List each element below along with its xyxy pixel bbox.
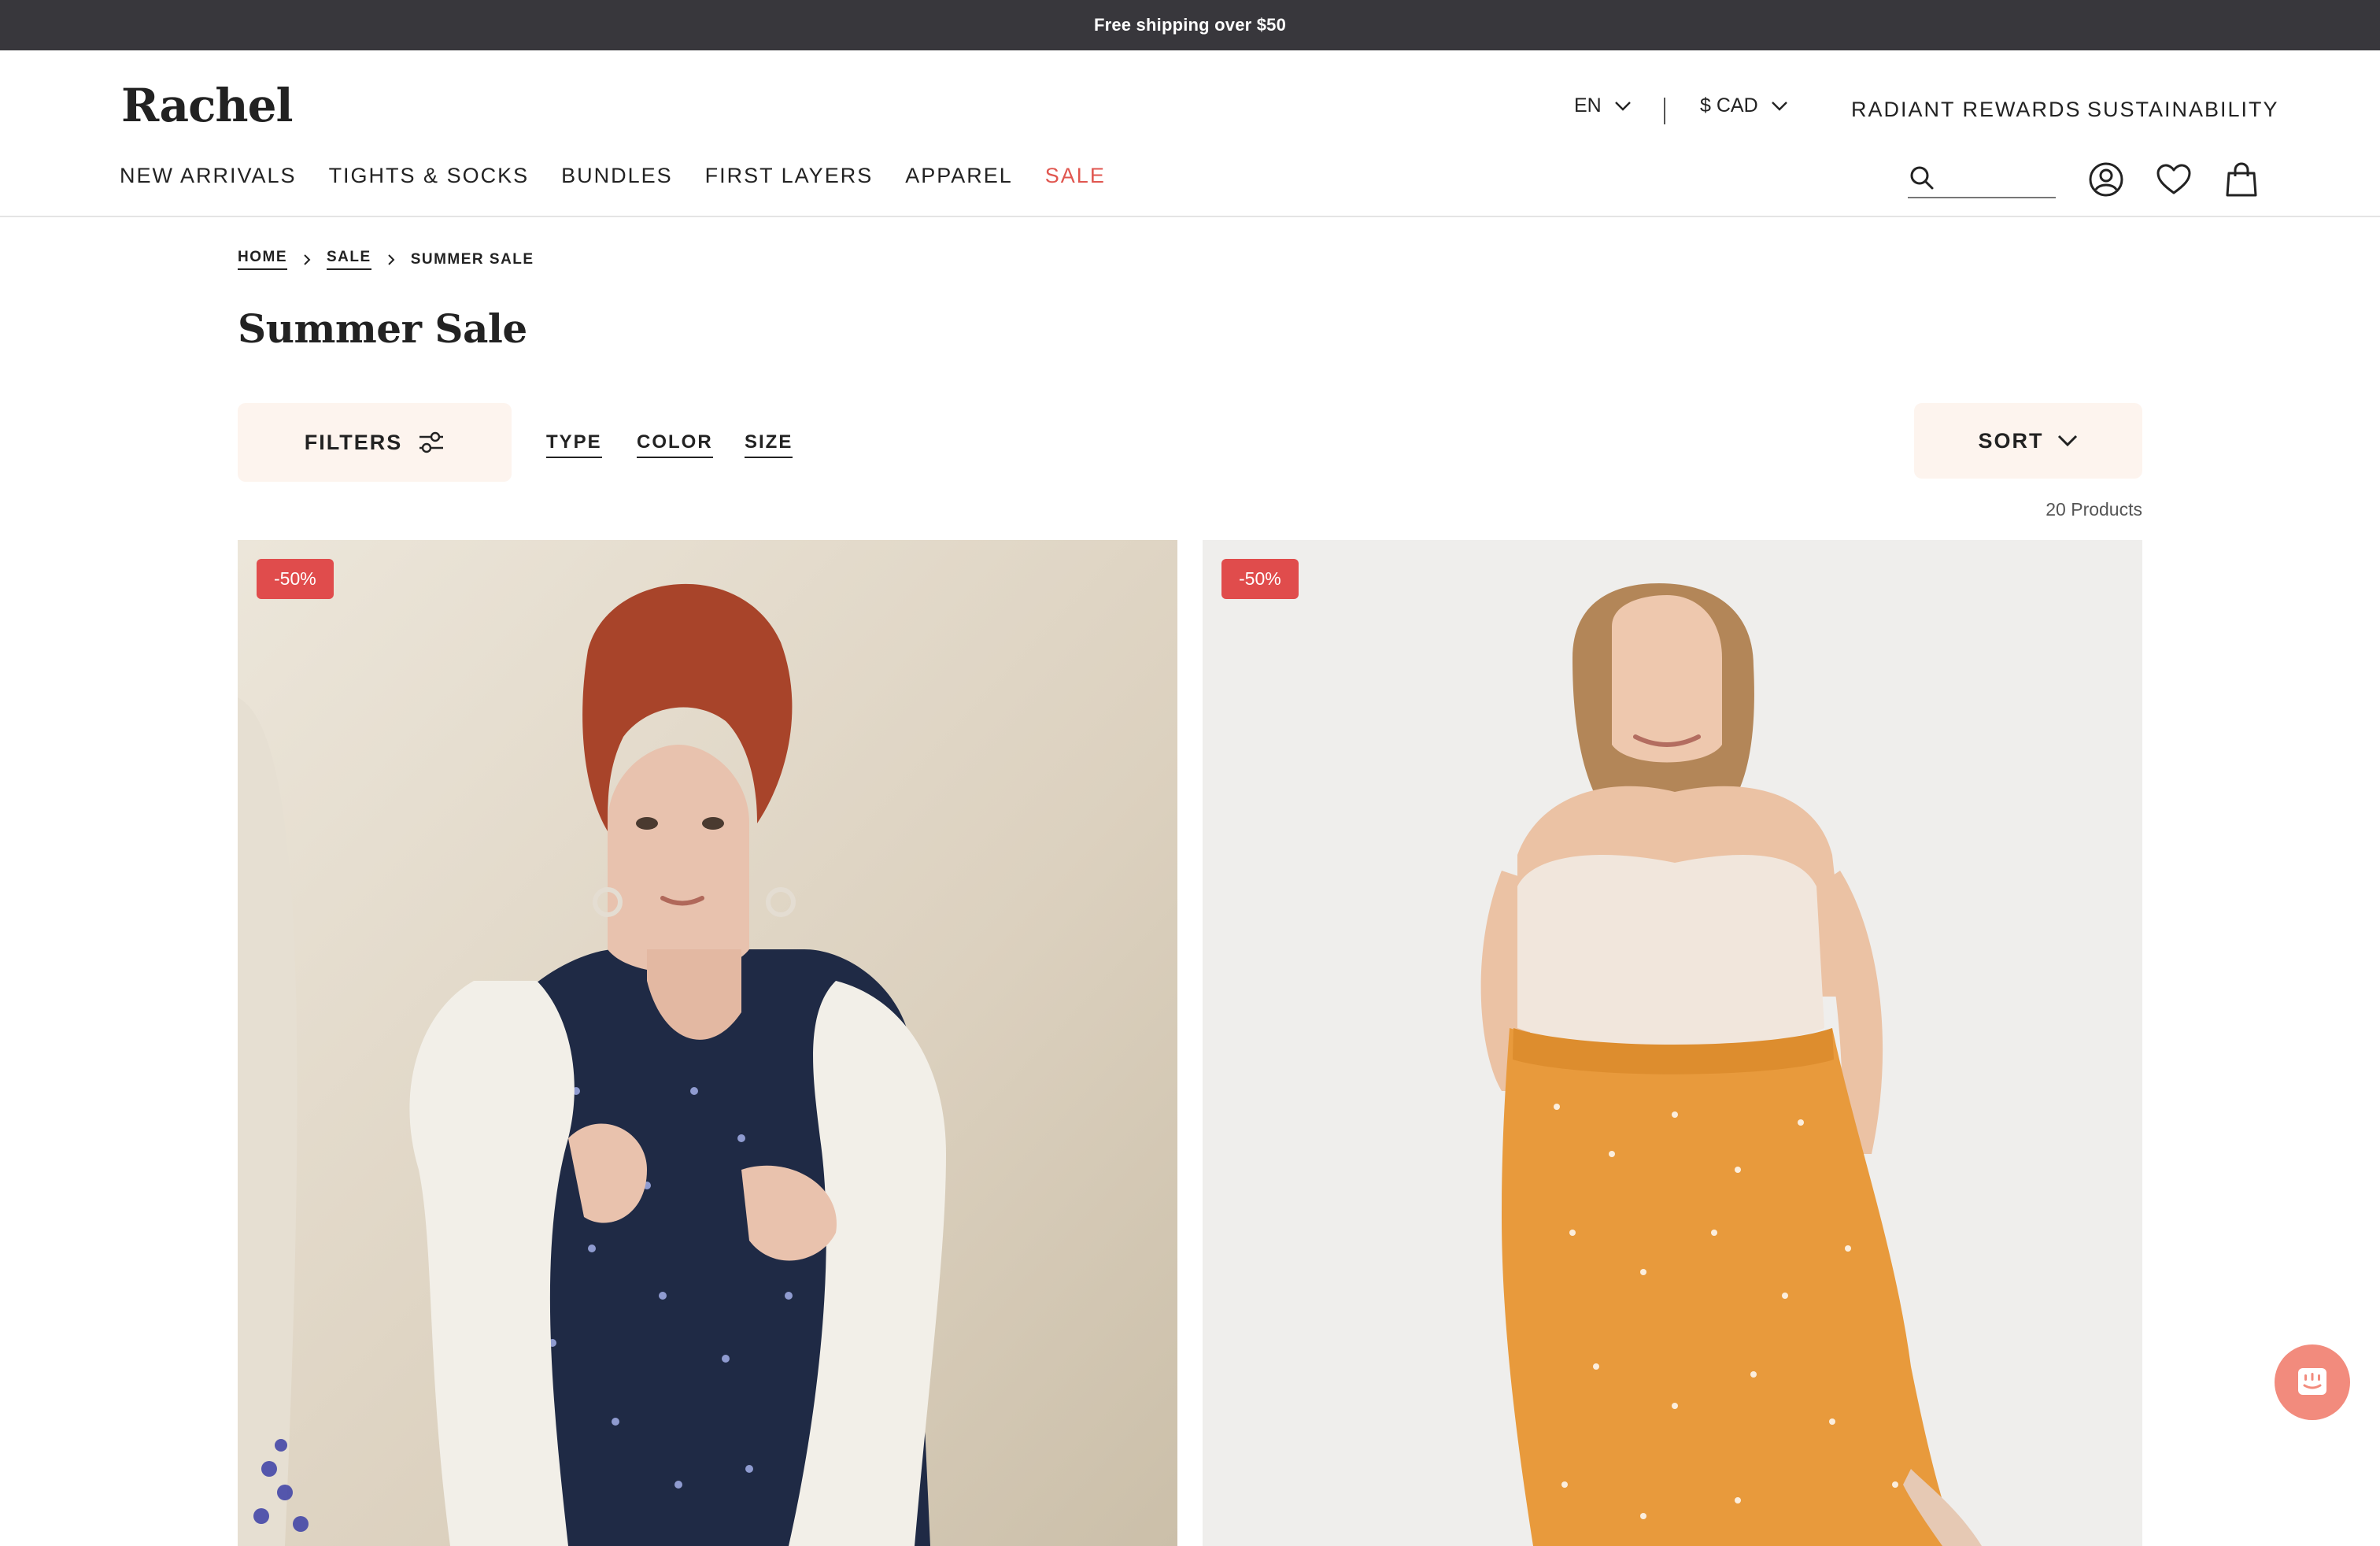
nav-tights-socks[interactable]: TIGHTS & SOCKS: [329, 164, 530, 188]
product-card[interactable]: -50%: [1203, 540, 2142, 1546]
logo[interactable]: Rachel: [121, 79, 294, 132]
account-icon[interactable]: [2087, 161, 2125, 198]
filter-type-link[interactable]: TYPE: [546, 431, 602, 458]
nav-sale[interactable]: SALE: [1045, 164, 1106, 188]
breadcrumb: HOME SALE SUMMER SALE: [238, 249, 534, 270]
nav-first-layers[interactable]: FIRST LAYERS: [705, 164, 874, 188]
search-icon[interactable]: [1908, 164, 1936, 192]
product-image[interactable]: [1203, 540, 2142, 1546]
chevron-right-icon: [387, 253, 395, 266]
filters-label: FILTERS: [304, 430, 403, 454]
product-image[interactable]: [238, 540, 1177, 1546]
heart-icon[interactable]: [2155, 161, 2193, 198]
radiant-rewards-link[interactable]: RADIANT REWARDS: [1851, 98, 2082, 122]
chat-button[interactable]: [2275, 1344, 2350, 1420]
breadcrumb-home[interactable]: HOME: [238, 249, 287, 270]
main-nav: NEW ARRIVALS TIGHTS & SOCKS BUNDLES FIRS…: [120, 164, 1106, 188]
sustainability-link[interactable]: SUSTAINABILITY: [2087, 98, 2279, 122]
search-input[interactable]: [1946, 164, 2048, 194]
filters-button[interactable]: FILTERS: [238, 403, 512, 482]
filter-color-link[interactable]: COLOR: [637, 431, 713, 458]
shopping-bag-icon[interactable]: [2223, 161, 2260, 198]
currency-selector[interactable]: $ CAD: [1700, 94, 1788, 117]
sliders-icon: [419, 431, 444, 453]
breadcrumb-current: SUMMER SALE: [410, 250, 534, 268]
chevron-down-icon: [1771, 94, 1788, 117]
product-count: 20 Products: [2046, 499, 2142, 520]
chevron-right-icon: [303, 253, 311, 266]
discount-badge: -50%: [1221, 559, 1299, 599]
language-selector[interactable]: EN: [1574, 94, 1632, 117]
announcement-bar: Free shipping over $50: [0, 0, 2380, 50]
divider: [1664, 98, 1665, 124]
nav-bundles[interactable]: BUNDLES: [561, 164, 673, 188]
product-card[interactable]: -50%: [238, 540, 1177, 1546]
chevron-down-icon: [1614, 94, 1632, 117]
breadcrumb-sale[interactable]: SALE: [327, 249, 371, 270]
nav-new-arrivals[interactable]: NEW ARRIVALS: [120, 164, 297, 188]
filter-size-link[interactable]: SIZE: [745, 431, 793, 458]
search-box[interactable]: [1908, 159, 2056, 198]
currency-label: $ CAD: [1700, 94, 1758, 117]
language-label: EN: [1574, 94, 1602, 117]
chat-icon: [2298, 1368, 2326, 1395]
chevron-down-icon: [2057, 435, 2077, 447]
nav-apparel[interactable]: APPAREL: [905, 164, 1013, 188]
page-title: Summer Sale: [238, 305, 527, 352]
announcement-text: Free shipping over $50: [1093, 15, 1287, 35]
discount-badge: -50%: [257, 559, 334, 599]
site-header: Rachel EN $ CAD RADIANT REWARDS SUSTAINA…: [0, 50, 2380, 217]
sort-button[interactable]: SORT: [1914, 403, 2142, 479]
sort-label: SORT: [1978, 428, 2044, 453]
